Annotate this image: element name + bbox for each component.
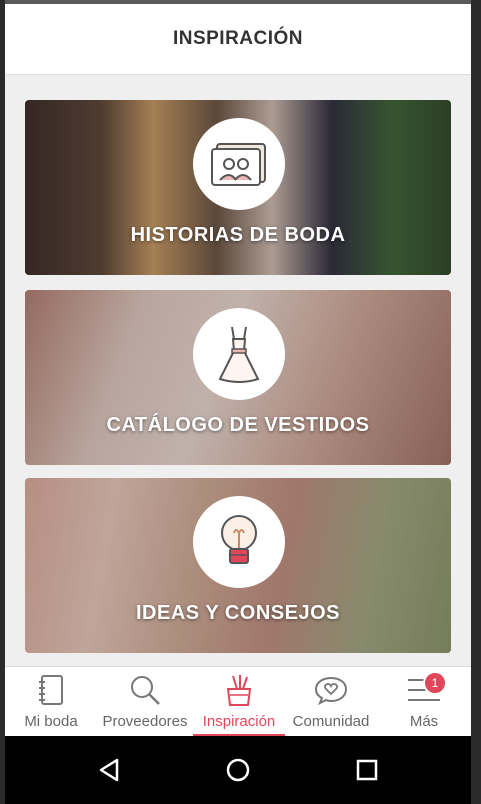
home-circle-icon <box>226 758 250 782</box>
dress-icon <box>218 326 260 383</box>
tab-proveedores[interactable]: Proveedores <box>97 667 193 737</box>
card-label: IDEAS Y CONSEJOS <box>136 602 340 624</box>
tab-label: Mi boda <box>24 713 78 730</box>
tab-mas[interactable]: 1 Más <box>377 667 471 737</box>
tab-comunidad[interactable]: Comunidad <box>285 667 377 737</box>
bottom-tab-bar: Mi boda Proveedores Inspiración Comunida… <box>5 666 471 737</box>
pencil-cup-icon <box>226 675 252 706</box>
recents-button[interactable] <box>351 754 383 786</box>
home-button[interactable] <box>222 754 254 786</box>
system-nav-bar <box>5 736 471 804</box>
card-catalogo-de-vestidos[interactable]: CATÁLOGO DE VESTIDOS <box>25 290 451 465</box>
app-screen: INSPIRACIÓN HISTORIAS DE BODA CATÁLOGO D… <box>5 0 471 804</box>
search-icon <box>131 676 160 705</box>
card-icon-circle <box>193 118 285 210</box>
lightbulb-icon <box>221 515 257 564</box>
recents-square-icon <box>356 759 378 781</box>
card-historias-de-boda[interactable]: HISTORIAS DE BODA <box>25 100 451 275</box>
top-bar: INSPIRACIÓN <box>5 4 471 75</box>
notebook-icon <box>39 675 63 705</box>
tab-label: Más <box>409 713 439 730</box>
tab-label: Comunidad <box>292 713 370 730</box>
card-label: CATÁLOGO DE VESTIDOS <box>106 414 370 436</box>
tab-label: Inspiración <box>202 713 276 730</box>
notification-badge: 1 <box>423 671 447 695</box>
tab-inspiracion[interactable]: Inspiración <box>193 667 285 737</box>
photo-album-icon <box>211 143 266 186</box>
card-ideas-y-consejos[interactable]: IDEAS Y CONSEJOS <box>25 478 451 653</box>
back-triangle-icon <box>99 758 119 782</box>
card-label: HISTORIAS DE BODA <box>130 224 346 246</box>
chat-heart-icon <box>314 676 348 705</box>
card-icon-circle <box>193 308 285 400</box>
back-button[interactable] <box>93 754 125 786</box>
page-title: INSPIRACIÓN <box>172 28 304 49</box>
tab-label: Proveedores <box>102 713 188 730</box>
tab-mi-boda[interactable]: Mi boda <box>5 667 97 737</box>
card-icon-circle <box>193 496 285 588</box>
